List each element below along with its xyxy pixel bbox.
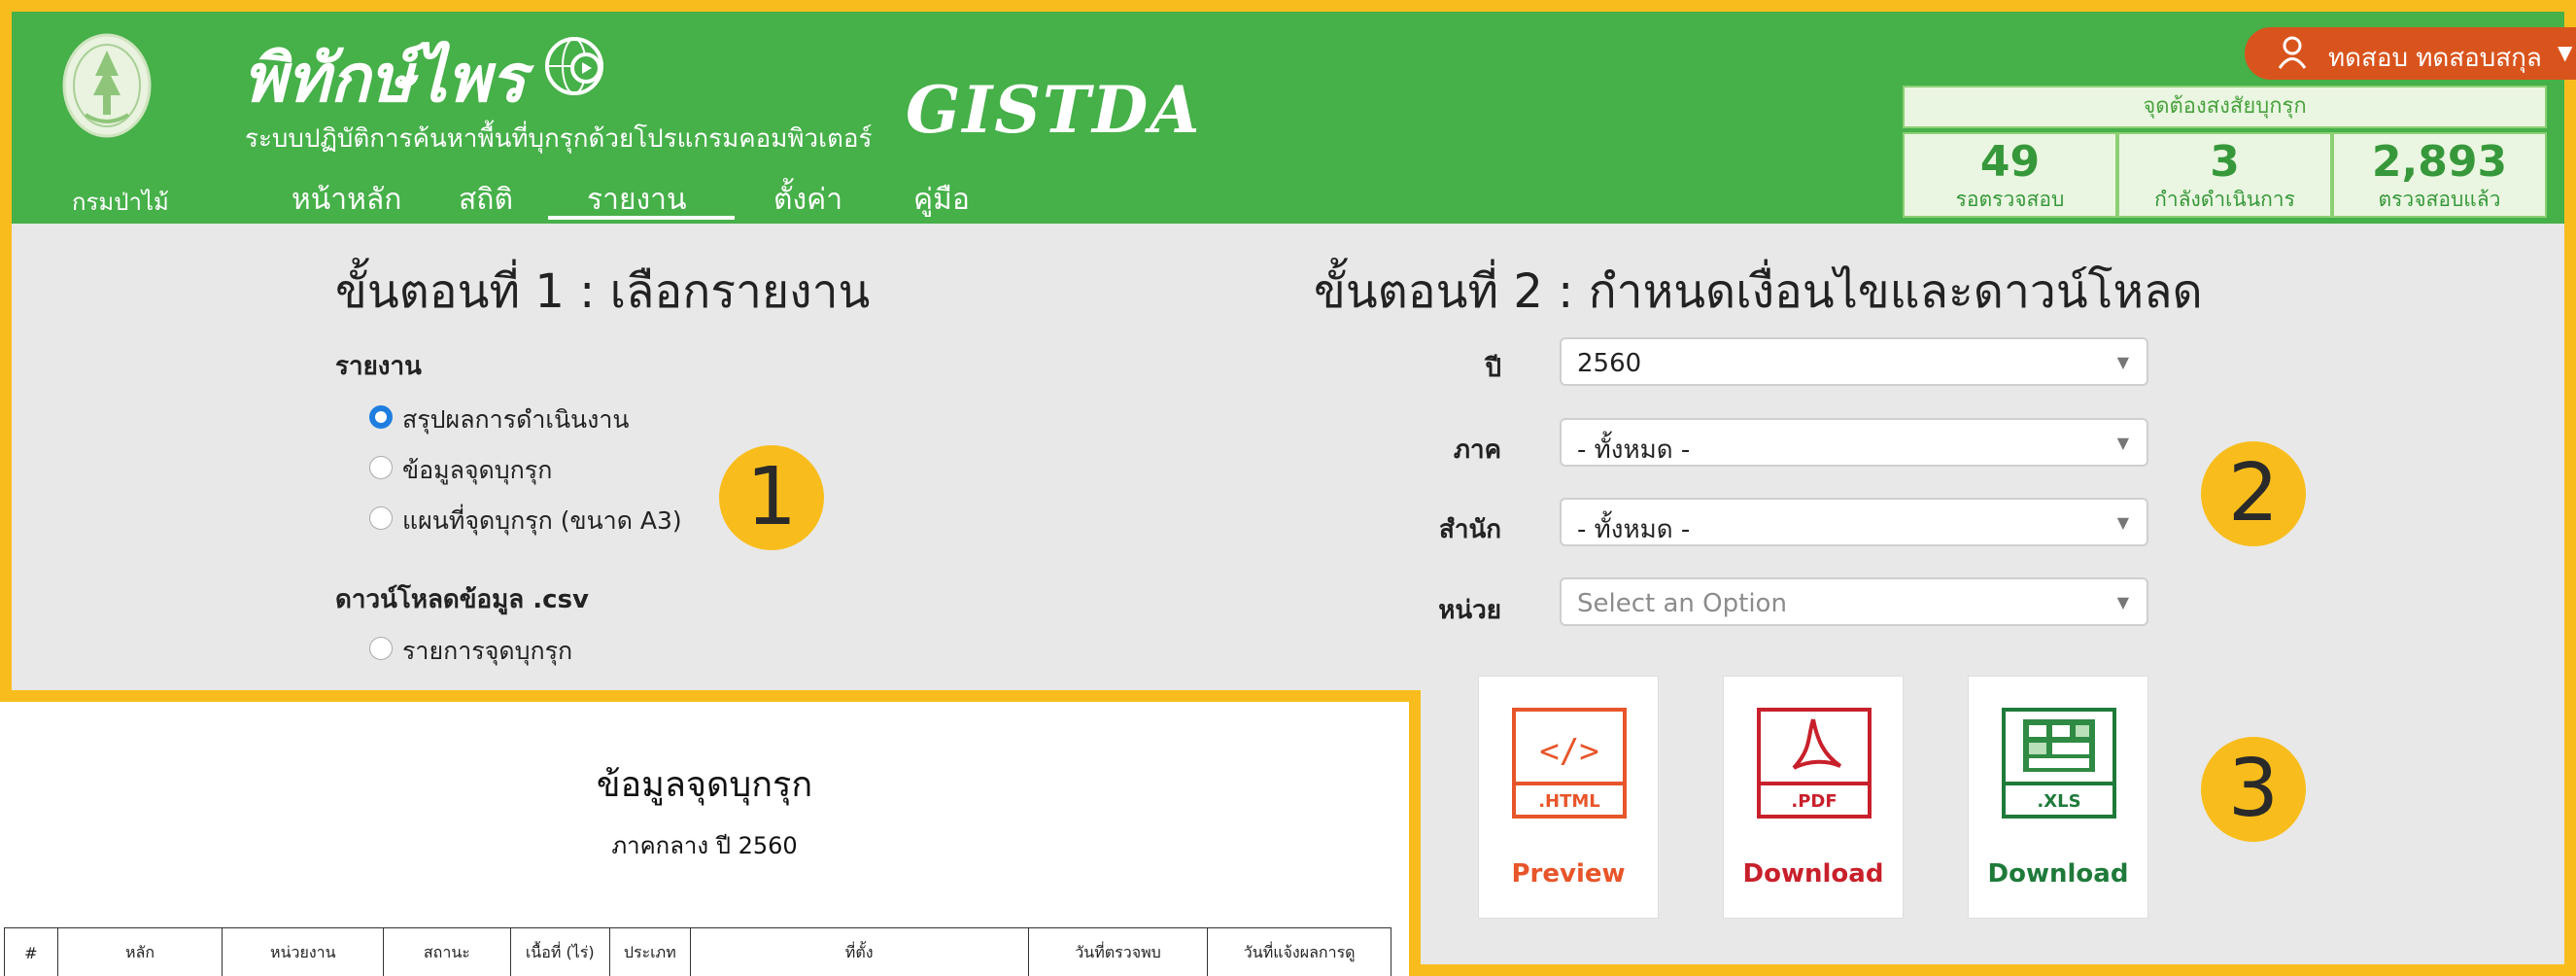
step1-title: ขั้นตอนที่ 1 : เลือกรายงาน xyxy=(335,264,871,319)
stat-checked-label: ตรวจสอบแล้ว xyxy=(2378,188,2501,211)
preview-button-label: Preview xyxy=(1511,859,1626,889)
report-preview-panel: ข้อมูลจุดบุกรุก ภาคกลาง ปี 2560 # หลัก ห… xyxy=(0,690,1421,976)
csv-heading: ดาวน์โหลดข้อมูล .csv xyxy=(335,585,590,614)
region-label: ภาค xyxy=(1453,436,1501,465)
stat-pending-value: 49 xyxy=(1979,137,2041,187)
stat-checked-value: 2,893 xyxy=(2371,137,2508,187)
html-file-icon: </> .HTML xyxy=(1510,706,1629,824)
stat-in-progress-label: กำลังดำเนินการ xyxy=(2154,188,2295,211)
nav-home[interactable]: หน้าหลัก xyxy=(292,177,401,223)
unit-label: หน่วย xyxy=(1438,596,1501,625)
pdf-file-icon: .PDF xyxy=(1755,706,1873,824)
globe-icon xyxy=(539,33,617,105)
radio-checked[interactable] xyxy=(369,405,393,429)
radio-unchecked[interactable] xyxy=(369,637,393,660)
chevron-down-icon: ▼ xyxy=(2558,41,2573,64)
column-header: วันที่ตรวจพบ xyxy=(1027,927,1209,976)
report-option-label: ข้อมูลจุดบุกรุก xyxy=(402,456,553,484)
pdf-download-label: Download xyxy=(1742,859,1884,889)
step-badge-2: 2 xyxy=(2201,441,2306,546)
nav-manual[interactable]: คู่มือ xyxy=(913,177,970,223)
radio-unchecked[interactable] xyxy=(369,506,393,530)
preview-table-header: # หลัก หน่วยงาน สถานะ เนื้อที่ (ไร่) ประ… xyxy=(4,927,1391,976)
active-nav-indicator xyxy=(548,216,735,220)
user-menu[interactable]: ทดสอบ ทดสอบสกุล ▼ xyxy=(2245,27,2576,80)
csv-option-label: รายการจุดบุกรุก xyxy=(402,637,573,665)
dropdown-arrow-icon: ▼ xyxy=(2116,434,2129,452)
year-select-value: 2560 xyxy=(1577,349,1642,378)
office-select-value: - ทั้งหมด - xyxy=(1577,515,1691,544)
xls-download-card[interactable]: .XLS Download xyxy=(1968,676,2148,919)
stat-in-progress-value: 3 xyxy=(2210,137,2240,187)
step-badge-3: 3 xyxy=(2201,737,2306,842)
office-select[interactable]: - ทั้งหมด - ▼ xyxy=(1560,498,2148,546)
svg-text:.PDF: .PDF xyxy=(1791,791,1837,812)
nav-settings[interactable]: ตั้งค่า xyxy=(773,177,842,223)
column-header: หน่วยงาน xyxy=(222,927,385,976)
preview-subtitle: ภาคกลาง ปี 2560 xyxy=(611,832,798,859)
column-header: # xyxy=(4,927,58,976)
preview-title: ข้อมูลจุดบุกรุก xyxy=(596,765,813,805)
stats-title: จุดต้องสงสัยบุกรุก xyxy=(1903,86,2547,128)
column-header: วันที่แจ้งผลการดู xyxy=(1207,927,1391,976)
stat-in-progress[interactable]: 3 กำลังดำเนินการ xyxy=(2117,132,2332,218)
app-header: กรมป่าไม้ พิทักษ์ไพร ระบบปฏิบัติการค้นหา… xyxy=(12,12,2576,224)
step-badge-1: 1 xyxy=(719,445,824,550)
royal-forest-department-logo[interactable] xyxy=(60,33,154,140)
stat-pending[interactable]: 49 รอตรวจสอบ xyxy=(1903,132,2117,218)
gistda-logo: GISTDA xyxy=(906,72,1202,148)
region-select[interactable]: - ทั้งหมด - ▼ xyxy=(1560,418,2148,467)
user-name: ทดสอบ ทดสอบสกุล xyxy=(2328,44,2542,73)
radio-unchecked[interactable] xyxy=(369,456,393,479)
office-label: สำนัก xyxy=(1439,515,1501,544)
xls-file-icon: .XLS xyxy=(2000,706,2118,824)
brand-title: พิทักษ์ไพร xyxy=(243,40,527,118)
dropdown-arrow-icon: ▼ xyxy=(2116,593,2129,611)
logo-caption: กรมป่าไม้ xyxy=(72,189,169,216)
report-option-label: สรุปผลการดำเนินงาน xyxy=(402,405,630,434)
svg-text:.HTML: .HTML xyxy=(1538,791,1600,812)
unit-select-placeholder: Select an Option xyxy=(1577,589,1787,618)
report-heading: รายงาน xyxy=(335,352,422,381)
stat-pending-label: รอตรวจสอบ xyxy=(1955,188,2065,211)
user-icon xyxy=(2278,36,2307,73)
brand-subtitle: ระบบปฏิบัติการค้นหาพื้นที่บุกรุกด้วยโปรแ… xyxy=(245,124,873,154)
year-select[interactable]: 2560 ▼ xyxy=(1560,337,2148,386)
pdf-download-card[interactable]: .PDF Download xyxy=(1723,676,1904,919)
stat-checked[interactable]: 2,893 ตรวจสอบแล้ว xyxy=(2332,132,2547,218)
column-header: ประเภท xyxy=(608,927,691,976)
xls-download-label: Download xyxy=(1987,859,2129,889)
year-label: ปี xyxy=(1485,354,1501,383)
dropdown-arrow-icon: ▼ xyxy=(2116,513,2129,532)
unit-select[interactable]: Select an Option ▼ xyxy=(1560,577,2148,626)
column-header: ที่ตั้ง xyxy=(689,927,1029,976)
step2-title: ขั้นตอนที่ 2 : กำหนดเงื่อนไขและดาวน์โหลด xyxy=(1314,264,2203,319)
region-select-value: - ทั้งหมด - xyxy=(1577,436,1691,465)
html-preview-card[interactable]: </> .HTML Preview xyxy=(1478,676,1659,919)
column-header: สถานะ xyxy=(383,927,511,976)
column-header: หลัก xyxy=(56,927,223,976)
preview-table: # หลัก หน่วยงาน สถานะ เนื้อที่ (ไร่) ประ… xyxy=(4,927,1391,976)
svg-text:</>: </> xyxy=(1539,732,1598,771)
report-option-label: แผนที่จุดบุกรุก (ขนาด A3) xyxy=(402,506,682,535)
column-header: เนื้อที่ (ไร่) xyxy=(509,927,610,976)
dropdown-arrow-icon: ▼ xyxy=(2116,353,2129,371)
nav-statistics[interactable]: สถิติ xyxy=(459,177,513,223)
svg-text:.XLS: .XLS xyxy=(2037,791,2080,812)
